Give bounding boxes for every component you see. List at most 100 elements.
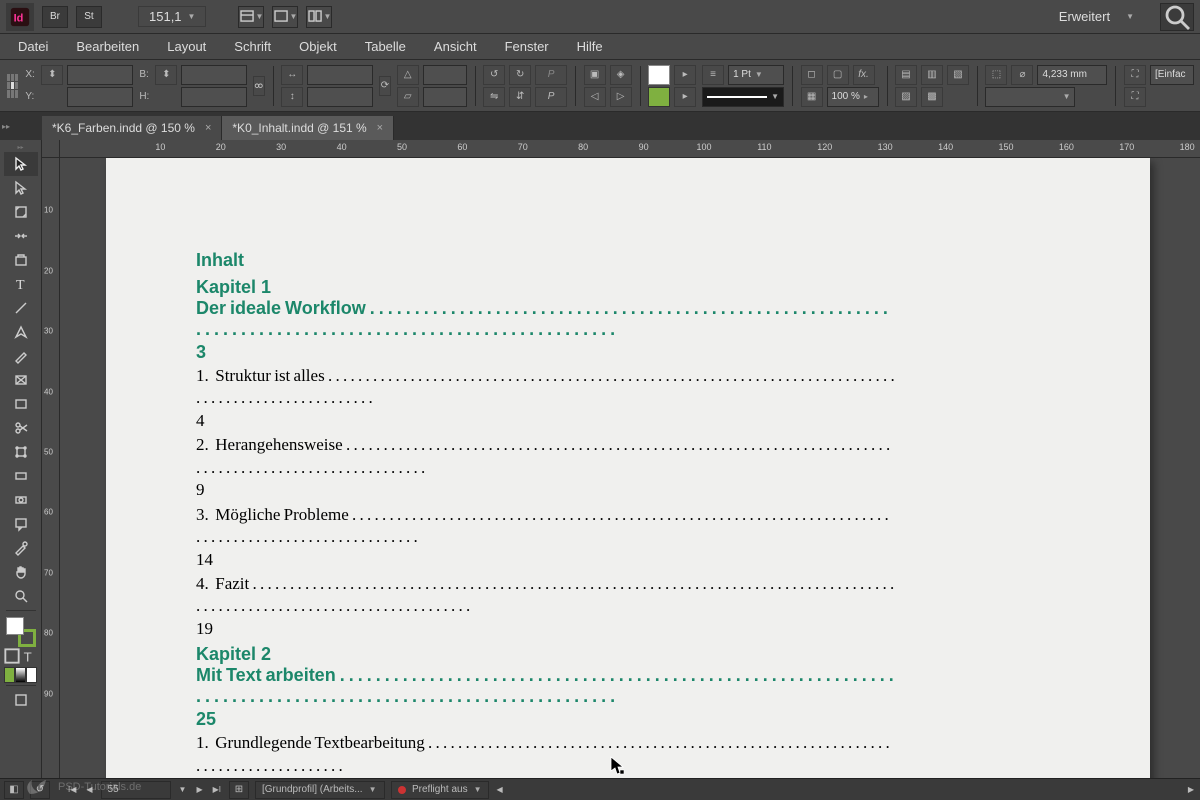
select-container-icon[interactable]: ▣ xyxy=(584,65,606,85)
selection-tool-icon[interactable] xyxy=(4,152,38,176)
zoom-level-combo[interactable]: 151,1 ▼ xyxy=(138,6,206,27)
rectangle-tool-icon[interactable] xyxy=(4,392,38,416)
pencil-tool-icon[interactable] xyxy=(4,344,38,368)
arrange-icon[interactable]: ▼ xyxy=(306,6,332,28)
select-content-icon[interactable]: ◈ xyxy=(610,65,632,85)
stroke-dropdown-icon[interactable]: ▸ xyxy=(674,87,696,107)
close-icon[interactable]: × xyxy=(377,122,383,134)
menu-ansicht[interactable]: Ansicht xyxy=(422,35,489,58)
fill-swatch[interactable] xyxy=(648,65,670,85)
rounded-icon[interactable]: ▢ xyxy=(827,65,849,85)
screen-mode-icon[interactable]: ▼ xyxy=(272,6,298,28)
canvas[interactable]: InhaltKapitel 1Der ideale Workflow . . .… xyxy=(60,158,1200,778)
hand-tool-icon[interactable] xyxy=(4,560,38,584)
workspace-label[interactable]: Erweitert xyxy=(1059,9,1110,24)
status-errors-icon[interactable]: ◧ xyxy=(4,781,24,799)
stroke-weight-combo[interactable]: 1 Pt▼ xyxy=(728,65,784,85)
y-input[interactable] xyxy=(67,87,133,107)
scroll-right-icon[interactable]: ▶ xyxy=(1186,785,1196,794)
wrap-jump-icon[interactable]: ▨ xyxy=(895,87,917,107)
fx-icon[interactable]: fx. xyxy=(853,65,875,85)
tabs-handle-icon[interactable]: ▸▸ xyxy=(0,112,12,140)
view-options-icon[interactable]: ▼ xyxy=(238,6,264,28)
ruler-origin-icon[interactable] xyxy=(42,140,60,158)
type-tool-icon[interactable]: T xyxy=(4,272,38,296)
stroke-style-combo[interactable]: ▼ xyxy=(702,87,784,107)
direct-selection-tool-icon[interactable] xyxy=(4,176,38,200)
menu-datei[interactable]: Datei xyxy=(6,35,60,58)
w-input[interactable] xyxy=(181,65,247,85)
search-icon[interactable] xyxy=(1160,3,1194,31)
select-next-icon[interactable]: ▷ xyxy=(610,87,632,107)
rectangle-frame-tool-icon[interactable] xyxy=(4,368,38,392)
free-transform-tool-icon[interactable] xyxy=(4,440,38,464)
scale-x-icon[interactable]: ↔ xyxy=(281,65,303,85)
select-prev-icon[interactable]: ◁ xyxy=(584,87,606,107)
menu-hilfe[interactable]: Hilfe xyxy=(565,35,615,58)
toolbox-handle-icon[interactable]: ▸▸ xyxy=(0,142,41,152)
wrap-none-icon[interactable]: ▤ xyxy=(895,65,917,85)
corner-shape-icon[interactable]: ⬚ xyxy=(985,65,1007,85)
shear-input[interactable] xyxy=(423,87,467,107)
last-page-icon[interactable]: ▶I xyxy=(211,785,223,794)
object-style-combo[interactable]: [Einfac xyxy=(1150,65,1194,85)
menu-objekt[interactable]: Objekt xyxy=(287,35,349,58)
fill-dropdown-icon[interactable]: ▸ xyxy=(674,65,696,85)
page-tool-icon[interactable] xyxy=(4,200,38,224)
content-collector-tool-icon[interactable] xyxy=(4,248,38,272)
constrain-icon[interactable] xyxy=(253,76,264,96)
flip-v-icon[interactable]: ⇵ xyxy=(509,87,531,107)
eyedropper-tool-icon[interactable] xyxy=(4,536,38,560)
view-mode-icon[interactable] xyxy=(4,688,38,712)
scissors-tool-icon[interactable] xyxy=(4,416,38,440)
format-container-text-icon[interactable]: T xyxy=(4,647,38,665)
document-tab-active[interactable]: *K0_Inhalt.indd @ 151 %× xyxy=(222,116,394,140)
scale-y-input[interactable] xyxy=(307,87,373,107)
link-wh-icon[interactable]: ⬍ xyxy=(155,65,177,85)
scale-x-input[interactable] xyxy=(307,65,373,85)
shear-icon[interactable]: ▱ xyxy=(397,87,419,107)
menu-bearbeiten[interactable]: Bearbeiten xyxy=(64,35,151,58)
link-corners-icon[interactable]: ⌀ xyxy=(1011,65,1033,85)
pen-tool-icon[interactable] xyxy=(4,320,38,344)
line-tool-icon[interactable] xyxy=(4,296,38,320)
reference-point-icon[interactable] xyxy=(6,73,19,99)
next-page-icon[interactable]: ▶ xyxy=(194,785,204,794)
text-frame[interactable]: InhaltKapitel 1Der ideale Workflow . . .… xyxy=(196,250,896,778)
wrap-to-next-icon[interactable]: ▩ xyxy=(921,87,943,107)
rotate-icon[interactable]: △ xyxy=(397,65,419,85)
scale-y-icon[interactable]: ↕ xyxy=(281,87,303,107)
apply-color-row[interactable] xyxy=(4,667,38,683)
page[interactable]: InhaltKapitel 1Der ideale Workflow . . .… xyxy=(106,158,1150,778)
vertical-ruler[interactable]: 102030405060708090 xyxy=(42,158,60,778)
corner-size-combo[interactable]: 4,233 mm xyxy=(1037,65,1107,85)
close-icon[interactable]: × xyxy=(205,122,211,134)
stock-button[interactable]: St xyxy=(76,6,102,28)
gap-tool-icon[interactable] xyxy=(4,224,38,248)
scroll-left-icon[interactable]: ◀ xyxy=(495,785,505,794)
fit-content-icon[interactable]: ⛶ xyxy=(1124,87,1146,107)
corners-icon[interactable]: ◻ xyxy=(801,65,823,85)
h-input[interactable] xyxy=(181,87,247,107)
page-dropdown-icon[interactable]: ▼ xyxy=(177,785,189,794)
rotate-input[interactable] xyxy=(423,65,467,85)
open-nav-icon[interactable]: ⊞ xyxy=(229,781,249,799)
preflight-field[interactable]: Preflight aus▼ xyxy=(391,781,489,799)
rotate-cw-icon[interactable]: ↻ xyxy=(509,65,531,85)
fill-stroke-swatch[interactable] xyxy=(6,617,36,647)
opacity-combo[interactable]: 100 %▸ xyxy=(827,87,879,107)
flip-h-icon[interactable]: ⇋ xyxy=(483,87,505,107)
link-xy-icon[interactable]: ⬍ xyxy=(41,65,63,85)
zoom-tool-icon[interactable] xyxy=(4,584,38,608)
profile-field[interactable]: [Grundprofil] (Arbeits...▼ xyxy=(255,781,385,799)
stroke-swatch[interactable] xyxy=(648,87,670,107)
menu-layout[interactable]: Layout xyxy=(155,35,218,58)
menu-fenster[interactable]: Fenster xyxy=(493,35,561,58)
wrap-shape-icon[interactable]: ▧ xyxy=(947,65,969,85)
bridge-button[interactable]: Br xyxy=(42,6,68,28)
fit-frame-icon[interactable]: ⛶ xyxy=(1124,65,1146,85)
gradient-feather-tool-icon[interactable] xyxy=(4,488,38,512)
note-tool-icon[interactable] xyxy=(4,512,38,536)
menu-tabelle[interactable]: Tabelle xyxy=(353,35,418,58)
horizontal-ruler[interactable]: 1020304050607080901001101201301401501601… xyxy=(60,140,1200,158)
